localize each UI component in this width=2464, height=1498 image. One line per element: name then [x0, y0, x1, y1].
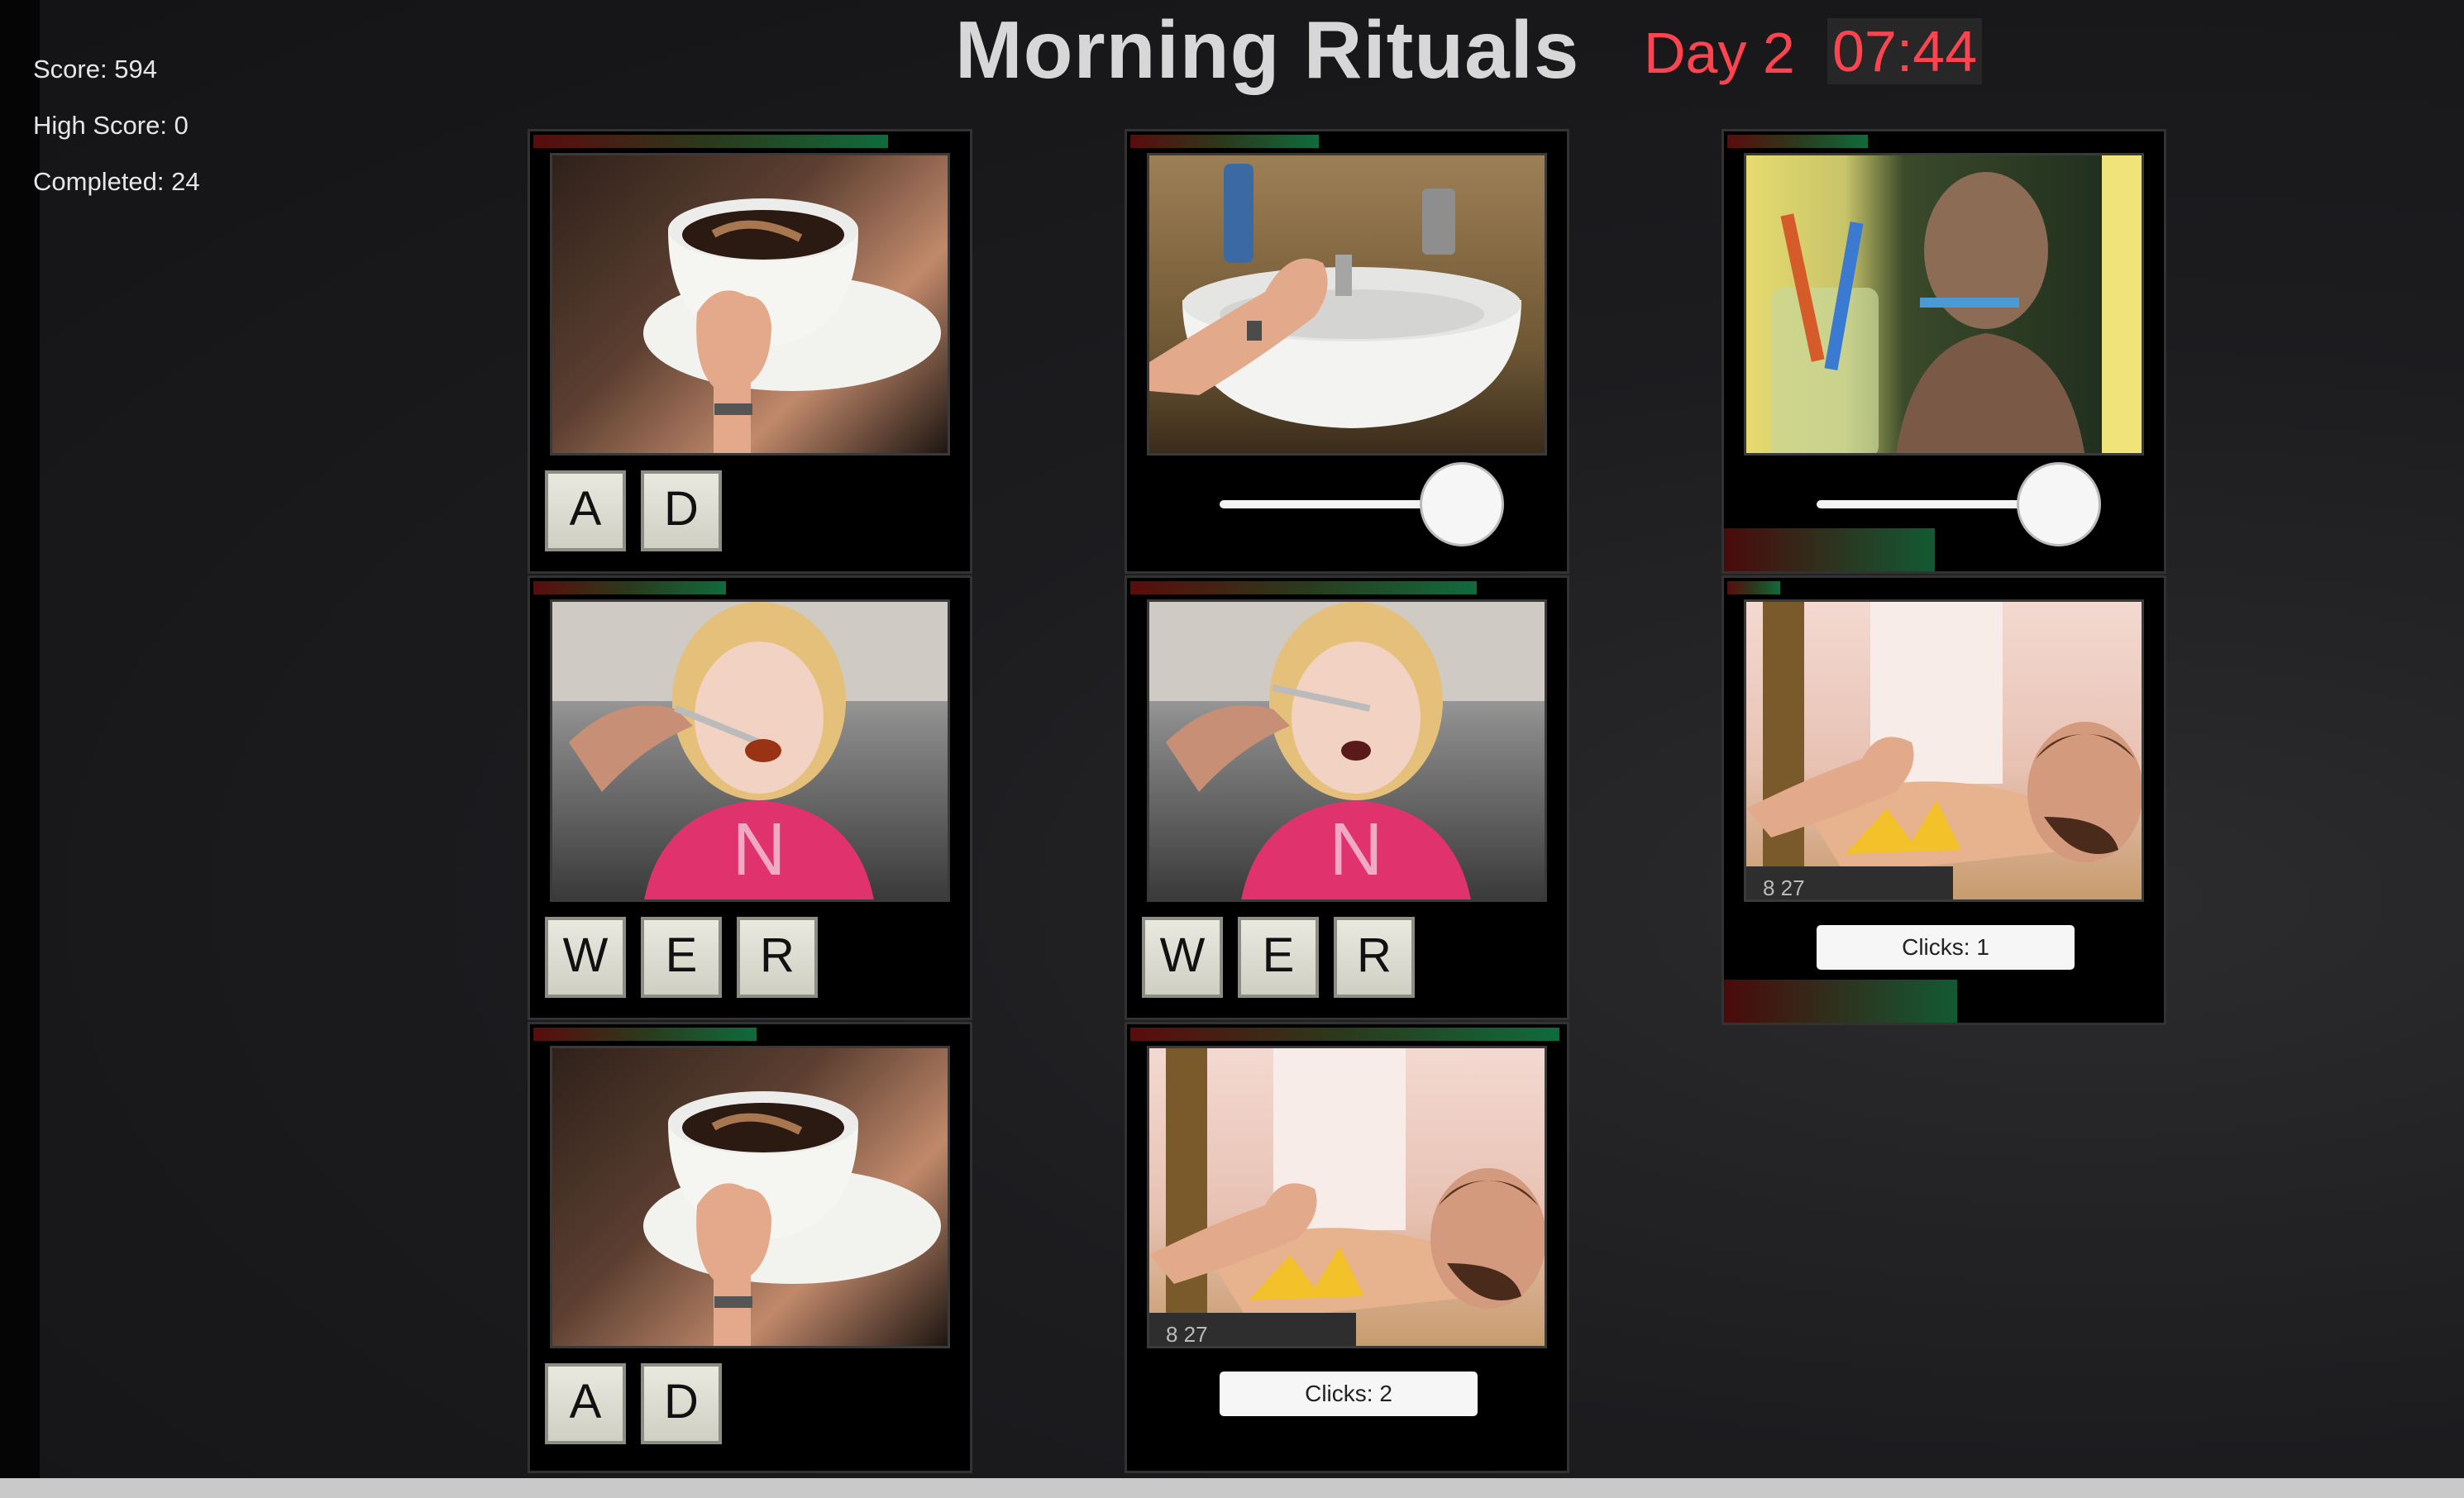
game-clock: 07:44	[1827, 18, 1983, 84]
task-timer-bar	[1727, 135, 2166, 148]
key-prompt-group: W E R	[1142, 917, 1415, 998]
task-timer-bar	[533, 1028, 972, 1041]
scene-toothbrush-image	[1744, 153, 2144, 456]
task-panel-coffee-2: A D	[528, 1022, 972, 1473]
clicks-counter[interactable]: Clicks: 2	[1220, 1372, 1478, 1416]
clicks-counter[interactable]: Clicks: 1	[1817, 925, 2075, 970]
progress-meter	[1724, 528, 1936, 571]
key-a[interactable]: A	[545, 470, 626, 551]
key-prompt-group: A D	[545, 470, 722, 551]
scene-sink-image	[1147, 153, 1547, 456]
key-e[interactable]: E	[641, 917, 722, 998]
svg-text:N: N	[1330, 809, 1383, 891]
task-panel-sink	[1125, 129, 1569, 574]
key-e[interactable]: E	[1238, 917, 1319, 998]
score-label: Score: 594	[33, 55, 157, 83]
key-prompt-group: W E R	[545, 917, 818, 998]
progress-meter	[1724, 980, 1957, 1023]
svg-text:N: N	[733, 809, 786, 891]
scene-alarm-sleep-image: 8 27	[1147, 1046, 1547, 1348]
key-prompt-group: A D	[545, 1363, 722, 1444]
task-timer-bar	[1130, 581, 1569, 594]
task-timer-bar	[533, 581, 972, 594]
task-panel-alarm-2: 8 27 Clicks: 2	[1125, 1022, 1569, 1473]
svg-text:8 27: 8 27	[1763, 875, 1805, 900]
task-timer-bar	[1130, 1028, 1569, 1041]
slider-knob[interactable]	[1420, 462, 1504, 546]
bottom-edge-bar	[0, 1478, 2464, 1498]
task-panel-coffee: A D	[528, 129, 972, 574]
task-timer-bar	[1727, 581, 2166, 594]
scene-feed-child-image: N	[1147, 599, 1547, 902]
scene-feed-child-image: N	[550, 599, 950, 902]
key-w[interactable]: W	[1142, 917, 1223, 998]
key-r[interactable]: R	[1334, 917, 1415, 998]
scene-coffee-image	[550, 1046, 950, 1348]
slider-knob[interactable]	[2017, 462, 2101, 546]
day-indicator: Day 2	[1644, 21, 1795, 85]
task-panel-toothbrush	[1721, 129, 2166, 574]
svg-text:8 27: 8 27	[1166, 1322, 1208, 1347]
key-r[interactable]: R	[737, 917, 818, 998]
task-panel-alarm: 8 27 Clicks: 1	[1721, 575, 2166, 1025]
scene-coffee-image	[550, 153, 950, 456]
high-score-label: High Score: 0	[33, 111, 189, 140]
completed-label: Completed: 24	[33, 167, 200, 196]
task-timer-bar	[533, 135, 972, 148]
task-panel-feed-child: N W E R	[528, 575, 972, 1020]
key-a[interactable]: A	[545, 1363, 626, 1444]
task-timer-bar	[1130, 135, 1569, 148]
left-edge-shadow	[0, 0, 40, 1498]
game-title: Morning Rituals	[955, 4, 1580, 95]
key-d[interactable]: D	[641, 470, 722, 551]
scene-alarm-sleep-image: 8 27	[1744, 599, 2144, 902]
stats-panel: Score: 594 High Score: 0 Completed: 24	[33, 41, 200, 210]
key-w[interactable]: W	[545, 917, 626, 998]
task-panel-feed-child-2: N W E R	[1125, 575, 1569, 1020]
key-d[interactable]: D	[641, 1363, 722, 1444]
